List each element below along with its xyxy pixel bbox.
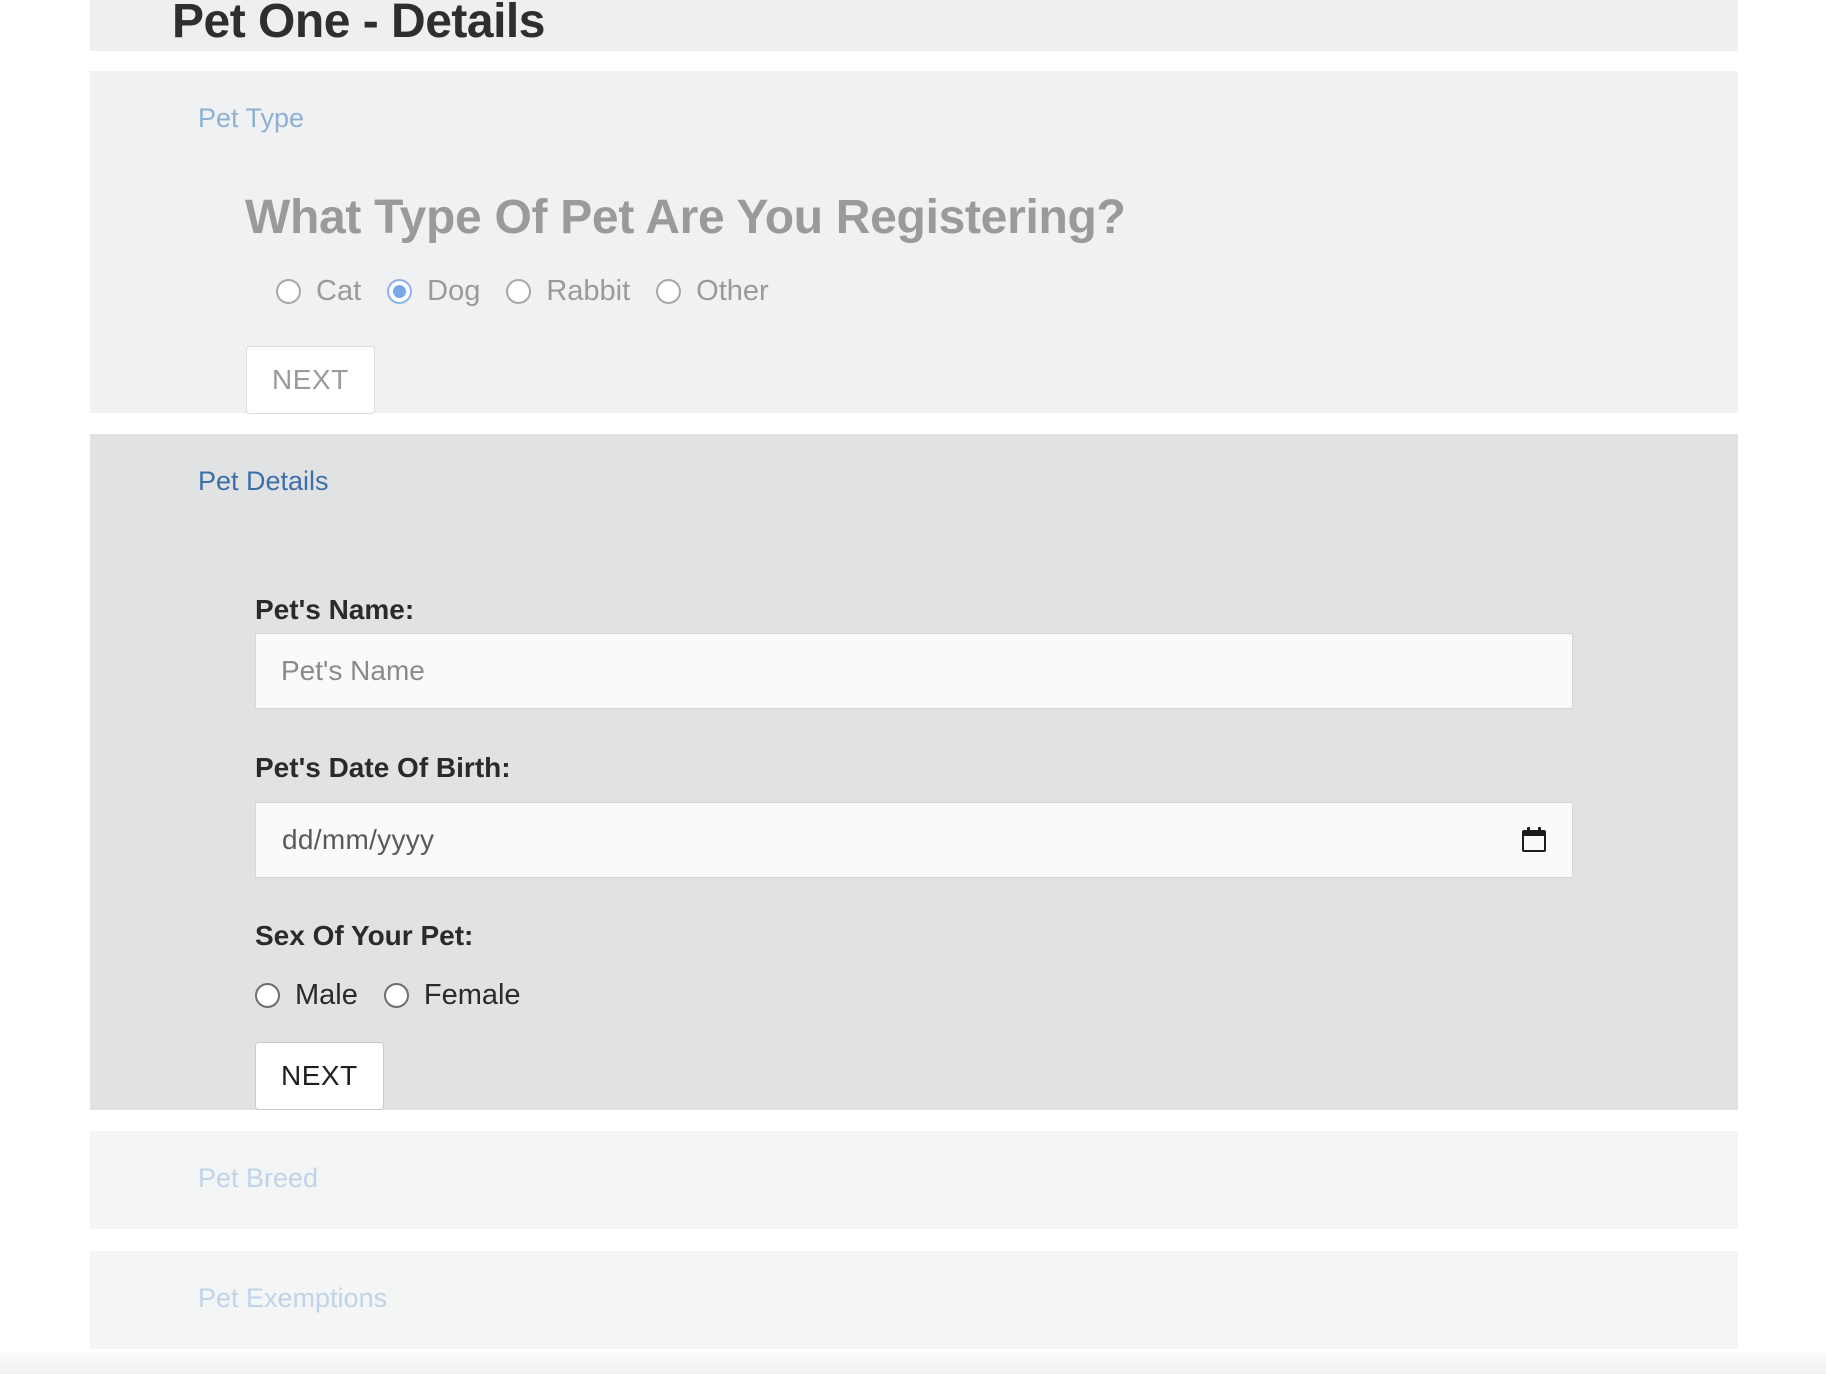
radio-label-other: Other <box>696 275 769 307</box>
step-label-pet-details[interactable]: Pet Details <box>198 466 329 497</box>
pet-type-radio-group: Cat Dog Rabbit Other <box>276 275 795 308</box>
pet-type-option-cat[interactable]: Cat <box>276 275 361 308</box>
radio-button-dog[interactable] <box>387 279 413 304</box>
radio-label-rabbit: Rabbit <box>546 275 631 307</box>
pet-dob-label: Pet's Date Of Birth: <box>255 752 511 783</box>
radio-button-other[interactable] <box>656 279 682 304</box>
pet-type-option-dog[interactable]: Dog <box>387 275 480 308</box>
step-pet-details: Pet Details Pet's Name: Pet's Date Of Bi… <box>90 434 1738 1110</box>
pet-type-option-other[interactable]: Other <box>656 275 769 308</box>
radio-label-male: Male <box>295 979 358 1011</box>
pet-name-input[interactable] <box>255 633 1573 709</box>
radio-label-dog: Dog <box>427 275 481 307</box>
dob-placeholder-text: dd/mm/yyyy <box>282 824 435 855</box>
step-pet-exemptions: Pet Exemptions <box>90 1251 1738 1349</box>
radio-label-female: Female <box>423 979 521 1011</box>
calendar-icon[interactable] <box>1522 827 1546 853</box>
radio-button-male[interactable] <box>255 983 280 1008</box>
pet-type-option-rabbit[interactable]: Rabbit <box>506 275 630 308</box>
radio-button-rabbit[interactable] <box>506 279 532 304</box>
radio-label-cat: Cat <box>316 275 362 307</box>
step-pet-breed: Pet Breed <box>90 1131 1738 1229</box>
page-title: Pet One - Details <box>172 0 545 48</box>
pet-sex-radio-group: Male Female <box>255 979 547 1012</box>
page-bottom-edge <box>0 1352 1826 1374</box>
step-label-pet-type[interactable]: Pet Type <box>198 103 304 134</box>
pet-type-question: What Type Of Pet Are You Registering? <box>245 191 1126 244</box>
pet-name-label: Pet's Name: <box>255 594 415 625</box>
pet-registration-page: Pet One - Details Pet Type What Type Of … <box>0 0 1826 1374</box>
pet-dob-input[interactable]: dd/mm/yyyy <box>255 802 1573 878</box>
pet-sex-label: Sex Of Your Pet: <box>255 920 474 951</box>
page-header: Pet One - Details <box>90 0 1738 51</box>
pet-sex-option-female[interactable]: Female <box>383 979 521 1012</box>
step-pet-type: Pet Type What Type Of Pet Are You Regist… <box>90 71 1738 414</box>
step-label-pet-exemptions[interactable]: Pet Exemptions <box>198 1283 387 1314</box>
pet-sex-option-male[interactable]: Male <box>255 979 358 1012</box>
pet-type-next-button[interactable]: NEXT <box>246 346 375 414</box>
pet-details-next-button[interactable]: NEXT <box>255 1042 384 1110</box>
radio-button-cat[interactable] <box>276 279 301 304</box>
radio-button-female[interactable] <box>383 983 409 1008</box>
step-label-pet-breed[interactable]: Pet Breed <box>198 1163 318 1194</box>
